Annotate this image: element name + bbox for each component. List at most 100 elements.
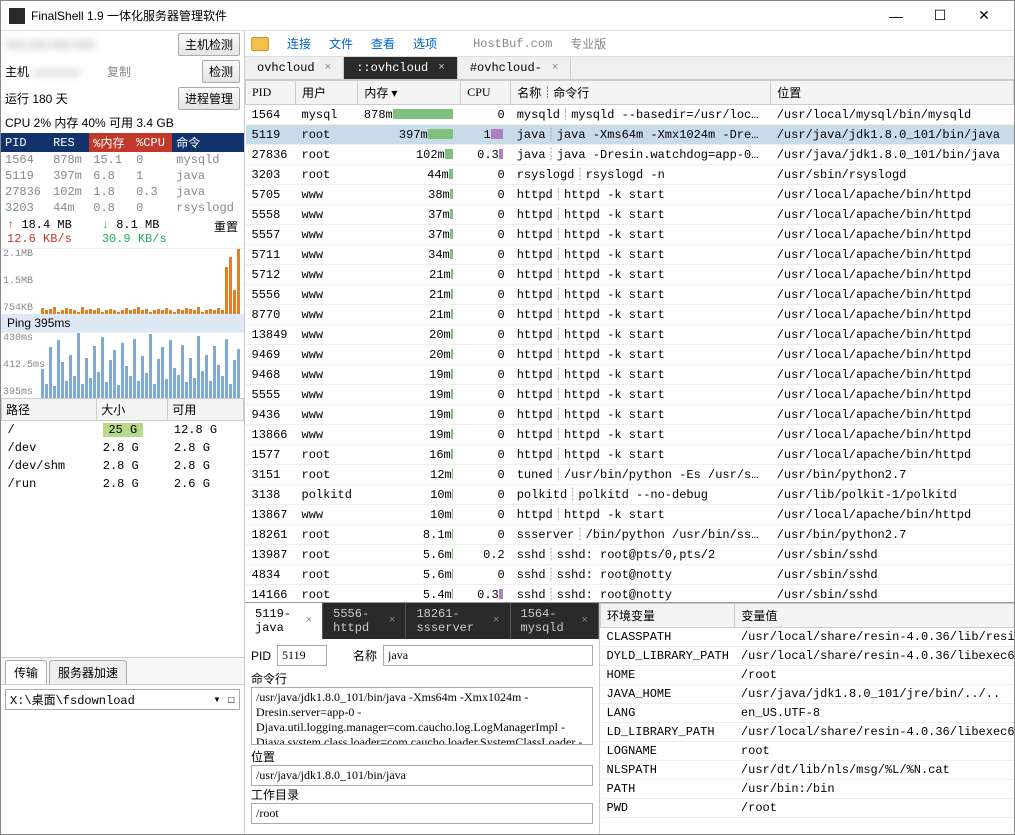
maximize-button[interactable]: ☐: [918, 2, 962, 30]
host-tab[interactable]: #ovhcloud-×: [458, 57, 572, 79]
mini-row[interactable]: 1564878m15.10mysqld: [1, 152, 244, 168]
close-icon[interactable]: ×: [552, 62, 559, 74]
name-label: 名称: [353, 647, 377, 664]
bottom-tab[interactable]: 传输: [5, 660, 47, 684]
disk-row[interactable]: /dev2.8 G2.8 G: [2, 439, 244, 457]
proc-header[interactable]: 内存 ▾: [358, 81, 461, 105]
detail-tab[interactable]: 5556-httpd×: [323, 603, 406, 639]
mini-row[interactable]: 320344m0.80rsyslogd: [1, 200, 244, 216]
close-icon[interactable]: ×: [325, 62, 332, 74]
table-row[interactable]: 9469www20m0httpd┊httpd -k start/usr/loca…: [246, 345, 1014, 365]
disk-hdr[interactable]: 路径: [2, 399, 97, 421]
table-row[interactable]: 3151root12m0tuned┊/usr/bin/python -Es /u…: [246, 465, 1014, 485]
env-row[interactable]: CLASSPATH/usr/local/share/resin-4.0.36/l…: [601, 628, 1015, 647]
loc-label: 位置: [251, 748, 593, 765]
proc-header[interactable]: CPU: [461, 81, 511, 105]
procmgr-button[interactable]: 进程管理: [178, 87, 240, 110]
cmd-field[interactable]: [251, 687, 593, 745]
close-icon[interactable]: ×: [581, 615, 588, 627]
table-row[interactable]: 5711www34m0httpd┊httpd -k start/usr/loca…: [246, 245, 1014, 265]
env-row[interactable]: LOGNAMEroot: [601, 742, 1015, 761]
table-row[interactable]: 3138polkitd10m0polkitd┊polkitd --no-debu…: [246, 485, 1014, 505]
table-row[interactable]: 1577root16m0httpd┊httpd -k start/usr/loc…: [246, 445, 1014, 465]
table-row[interactable]: 5557www37m0httpd┊httpd -k start/usr/loca…: [246, 225, 1014, 245]
close-icon[interactable]: ×: [306, 615, 313, 627]
table-row[interactable]: 13867www10m0httpd┊httpd -k start/usr/loc…: [246, 505, 1014, 525]
table-row[interactable]: 1564mysql878m0mysqld┊mysqld --basedir=/u…: [246, 105, 1014, 125]
loc-field[interactable]: [251, 765, 593, 786]
toolbar-item[interactable]: 选项: [413, 37, 437, 51]
detect-button[interactable]: 检测: [202, 60, 240, 83]
toolbar-item[interactable]: 文件: [329, 37, 353, 51]
table-row[interactable]: 5556www21m0httpd┊httpd -k start/usr/loca…: [246, 285, 1014, 305]
table-row[interactable]: 13987root5.6m0.2sshd┊sshd: root@pts/0,pt…: [246, 545, 1014, 565]
bottom-tab[interactable]: 服务器加速: [49, 660, 127, 684]
mini-row[interactable]: 5119397m6.81java: [1, 168, 244, 184]
table-row[interactable]: 14166root5.4m0.3sshd┊sshd: root@notty/us…: [246, 585, 1014, 603]
env-row[interactable]: HOME/root: [601, 666, 1015, 685]
env-header[interactable]: 变量值: [735, 604, 1014, 628]
reset-link[interactable]: 重置: [214, 221, 238, 235]
mini-hdr[interactable]: %CPU: [132, 133, 172, 152]
proc-header[interactable]: 位置: [771, 81, 1014, 105]
detail-tab[interactable]: 18261-ssserver×: [406, 603, 510, 639]
toolbar-item[interactable]: 查看: [371, 37, 395, 51]
env-row[interactable]: JAVA_HOME/usr/java/jdk1.8.0_101/jre/bin/…: [601, 685, 1015, 704]
env-row[interactable]: PATH/usr/bin:/bin: [601, 780, 1015, 799]
table-row[interactable]: 5119root397m1java┊java -Xms64m -Xmx1024m…: [246, 125, 1014, 145]
env-row[interactable]: NLSPATH/usr/dt/lib/nls/msg/%L/%N.cat: [601, 761, 1015, 780]
path-bar[interactable]: X:\桌面\fsdownload ▾ ☐: [5, 689, 240, 710]
close-button[interactable]: ✕: [962, 2, 1006, 30]
minimize-button[interactable]: —: [874, 2, 918, 30]
disk-row[interactable]: /run2.8 G2.6 G: [2, 475, 244, 493]
disk-row[interactable]: /25 G12.8 G: [2, 421, 244, 440]
env-row[interactable]: LD_LIBRARY_PATH/usr/local/share/resin-4.…: [601, 723, 1015, 742]
network-stats: ↑ 18.4 MB 12.6 KB/s ↓ 8.1 MB 30.9 KB/s 重…: [1, 216, 244, 248]
table-row[interactable]: 8770www21m0httpd┊httpd -k start/usr/loca…: [246, 305, 1014, 325]
host-tab[interactable]: ::ovhcloud×: [344, 57, 458, 79]
host-detect-button[interactable]: 主机检测: [178, 33, 240, 56]
disk-hdr[interactable]: 可用: [168, 399, 244, 421]
mini-row[interactable]: 27836102m1.80.3java: [1, 184, 244, 200]
table-row[interactable]: 5555www19m0httpd┊httpd -k start/usr/loca…: [246, 385, 1014, 405]
proc-header[interactable]: 用户: [296, 81, 358, 105]
table-row[interactable]: 3203root44m0rsyslogd┊rsyslogd -n/usr/sbi…: [246, 165, 1014, 185]
env-header[interactable]: 环境变量: [601, 604, 735, 628]
disk-hdr[interactable]: 大小: [97, 399, 168, 421]
table-row[interactable]: 9436www19m0httpd┊httpd -k start/usr/loca…: [246, 405, 1014, 425]
folder-icon[interactable]: [251, 37, 269, 51]
table-row[interactable]: 4834root5.6m0sshd┊sshd: root@notty/usr/s…: [246, 565, 1014, 585]
mini-hdr[interactable]: RES: [49, 133, 89, 152]
table-row[interactable]: 5712www21m0httpd┊httpd -k start/usr/loca…: [246, 265, 1014, 285]
wd-field[interactable]: [251, 803, 593, 824]
table-row[interactable]: 5558www37m0httpd┊httpd -k start/usr/loca…: [246, 205, 1014, 225]
detail-tab[interactable]: 5119-java×: [245, 603, 323, 639]
toolbar-item[interactable]: 连接: [287, 37, 311, 51]
table-row[interactable]: 5705www38m0httpd┊httpd -k start/usr/loca…: [246, 185, 1014, 205]
proc-header[interactable]: 名称┊命令行: [511, 81, 771, 105]
table-row[interactable]: 13849www20m0httpd┊httpd -k start/usr/loc…: [246, 325, 1014, 345]
table-row[interactable]: 13866www19m0httpd┊httpd -k start/usr/loc…: [246, 425, 1014, 445]
table-row[interactable]: 9468www19m0httpd┊httpd -k start/usr/loca…: [246, 365, 1014, 385]
pid-field[interactable]: [277, 645, 327, 666]
detail-tab[interactable]: 1564-mysqld×: [511, 603, 600, 639]
copy-link[interactable]: 复制: [107, 63, 131, 80]
host-tab[interactable]: ovhcloud×: [245, 57, 344, 79]
disk-row[interactable]: /dev/shm2.8 G2.8 G: [2, 457, 244, 475]
mini-hdr[interactable]: PID: [1, 133, 49, 152]
name-field[interactable]: [383, 645, 593, 666]
env-row[interactable]: DYLD_LIBRARY_PATH/usr/local/share/resin-…: [601, 647, 1015, 666]
close-icon[interactable]: ×: [438, 62, 445, 74]
env-row[interactable]: PWD/root: [601, 799, 1015, 818]
proc-header[interactable]: PID: [246, 81, 296, 105]
table-row[interactable]: 27836root102m0.3java┊java -Dresin.watchd…: [246, 145, 1014, 165]
table-row[interactable]: 18261root8.1m0ssserver┊/bin/python /usr/…: [246, 525, 1014, 545]
path-dropdown-icon[interactable]: ▾ ☐: [213, 692, 235, 707]
hostbuf-link[interactable]: HostBuf.com: [473, 37, 552, 51]
env-row[interactable]: LANGen_US.UTF-8: [601, 704, 1015, 723]
close-icon[interactable]: ×: [389, 615, 396, 627]
mini-hdr[interactable]: 命令: [172, 133, 244, 152]
close-icon[interactable]: ×: [493, 615, 500, 627]
process-table-wrap[interactable]: PID用户内存 ▾CPU名称┊命令行位置 1564mysql878m0mysql…: [245, 80, 1014, 602]
mini-hdr[interactable]: %内存: [89, 133, 132, 152]
